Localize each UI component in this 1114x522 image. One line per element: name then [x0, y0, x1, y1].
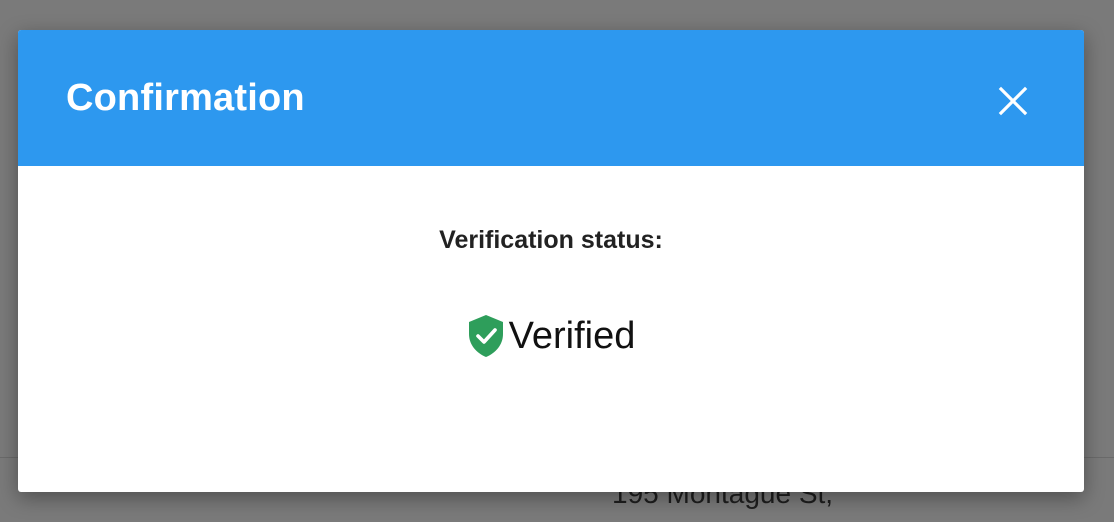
dialog-header: Confirmation: [18, 30, 1084, 166]
confirmation-dialog: Confirmation Verification status: Verifi…: [18, 30, 1084, 492]
close-button[interactable]: [998, 86, 1028, 116]
verification-status-value: Verified: [508, 314, 636, 357]
verification-status-label: Verification status:: [439, 226, 663, 254]
verification-status: Verified: [18, 314, 1084, 358]
shield-check-icon: [468, 315, 503, 357]
close-icon: [998, 86, 1028, 116]
dialog-title: Confirmation: [66, 77, 305, 119]
dialog-body: Verification status: Verified: [18, 166, 1084, 492]
